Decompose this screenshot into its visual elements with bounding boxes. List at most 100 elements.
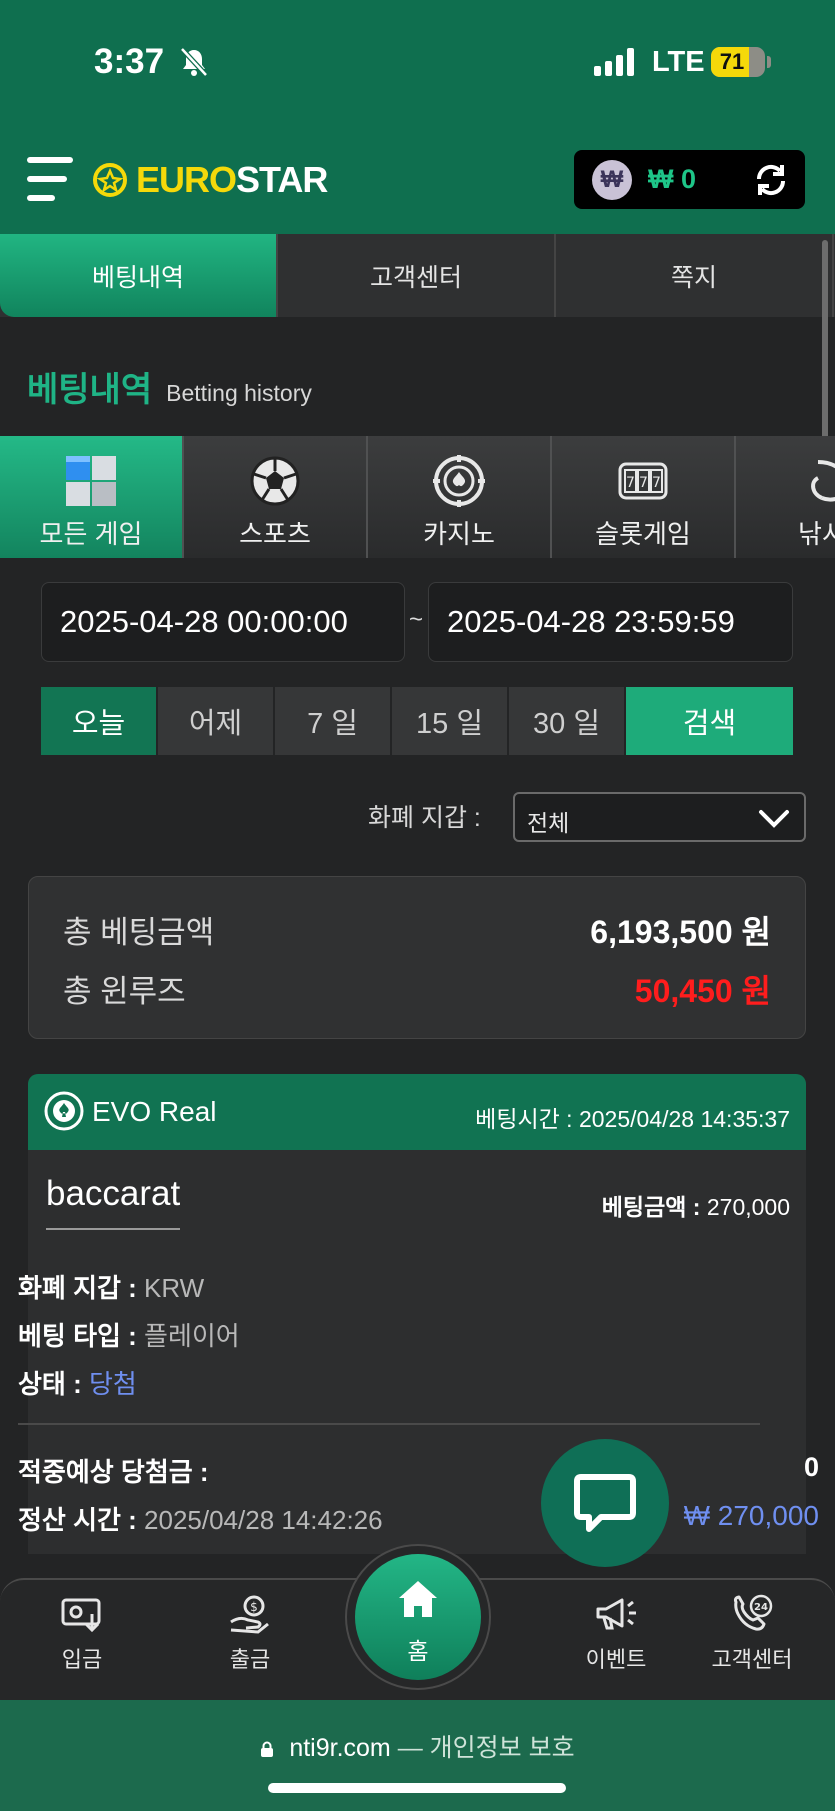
logo-mark-icon [93, 163, 127, 197]
page-title-en: Betting history [166, 380, 312, 406]
period-15days-button[interactable]: 15 일 [392, 687, 507, 755]
nav-support[interactable]: 24 고객센터 [692, 1594, 812, 1674]
nav-label: 이벤트 [585, 1647, 647, 1672]
nav-label: 출금 [229, 1647, 271, 1672]
signal-icon [594, 48, 634, 76]
url-text: nti9r.com — 개인정보 보호 [0, 1728, 835, 1764]
period-today-button[interactable]: 오늘 [41, 687, 156, 755]
total-bet-value: 6,193,500 원 [590, 914, 771, 950]
svg-text:24: 24 [754, 1602, 768, 1613]
bet-type-row: 베팅 타입 : 플레이어 [18, 1316, 240, 1353]
status-time: 3:37 [94, 42, 165, 81]
currency-wallet-value: 전체 [527, 810, 570, 836]
settle-time-label: 정산 시간 : [18, 1505, 137, 1535]
category-label: 스포츠 [239, 519, 311, 549]
total-bet-label: 총 베팅금액 [63, 915, 215, 950]
chat-bubble-icon [574, 1474, 636, 1532]
soccer-ball-icon [250, 456, 300, 506]
category-slot[interactable]: 7 7 7 슬롯게임 [552, 436, 736, 558]
nav-event[interactable]: 이벤트 [556, 1594, 676, 1674]
category-label: 슬롯게임 [595, 519, 691, 549]
category-label: 모든 게임 [39, 519, 143, 549]
refresh-icon[interactable] [752, 162, 790, 198]
expected-win-row: 적중예상 당첨금 : [18, 1452, 209, 1489]
date-from-input[interactable]: 2025-04-28 00:00:00 [41, 582, 405, 662]
bet-amount: 베팅금액 : 270,000 [602, 1188, 790, 1222]
period-30days-button[interactable]: 30 일 [509, 687, 624, 755]
category-label: 낚시 [798, 519, 835, 549]
support-24-icon: 24 [733, 1594, 773, 1631]
chat-button[interactable] [541, 1439, 669, 1567]
battery-level: 71 [719, 49, 745, 74]
logo[interactable]: EURO STAR [92, 157, 328, 203]
bet-amount-value: 270,000 [706, 1194, 790, 1220]
bet-type-value: 플레이어 [144, 1321, 240, 1351]
settle-time-row: 정산 시간 : 2025/04/28 14:42:26 [18, 1500, 383, 1537]
bell-muted-icon [180, 47, 208, 77]
category-tabs: 모든 게임 스포츠 카지노 7 7 7 슬롯게임 낚시 [0, 436, 835, 558]
chevron-down-icon [759, 810, 789, 828]
category-casino[interactable]: 카지노 [368, 436, 552, 558]
bet-amount-label: 베팅금액 : [601, 1194, 701, 1220]
bet-type-label: 베팅 타입 : [18, 1321, 137, 1351]
nav-home[interactable]: 홈 [355, 1554, 481, 1680]
home-icon [399, 1581, 437, 1617]
currency-wallet-select[interactable]: 전체 [513, 792, 806, 842]
expected-win-value: 0 [803, 1452, 819, 1482]
home-indicator[interactable] [268, 1783, 566, 1793]
date-range-separator: ~ [409, 606, 424, 633]
menu-button[interactable] [27, 157, 75, 203]
bet-card-divider [18, 1423, 760, 1425]
bet-status-value: 당첨 [88, 1369, 137, 1399]
bet-currency-value: KRW [144, 1273, 205, 1303]
date-to-input[interactable]: 2025-04-28 23:59:59 [428, 582, 793, 662]
tab-customer-center[interactable]: 고객센터 [278, 234, 556, 317]
category-all-games[interactable]: 모든 게임 [0, 436, 184, 558]
bet-card-header: EVO Real 베팅시간 : 2025/04/28 14:35:37 [28, 1074, 806, 1150]
page-title: 베팅내역 Betting history [27, 362, 312, 411]
slot-machine-icon: 7 7 7 [618, 462, 668, 500]
expected-win-label: 적중예상 당첨금 : [18, 1457, 209, 1487]
total-winloss-label: 총 윈루즈 [63, 974, 186, 1009]
search-button[interactable]: 검색 [626, 687, 793, 755]
tab-messages[interactable]: 쪽지 [556, 234, 834, 317]
bet-game-name: baccarat [46, 1174, 181, 1230]
wallet-balance[interactable]: ₩ ₩ 0 [574, 150, 805, 209]
bet-status-label: 상태 : [18, 1369, 82, 1399]
total-winloss-value: 50,450 원 [634, 973, 771, 1009]
category-sports[interactable]: 스포츠 [184, 436, 368, 558]
withdraw-icon: $ [230, 1595, 269, 1634]
top-tabs: 베팅내역 고객센터 쪽지 [0, 234, 835, 317]
bet-provider: EVO Real [92, 1096, 217, 1127]
network-label: LTE [652, 46, 705, 78]
cubes-icon [66, 456, 116, 506]
period-yesterday-button[interactable]: 어제 [158, 687, 273, 755]
bet-currency-label: 화폐 지갑 : [18, 1273, 137, 1303]
browser-url-bar[interactable]: nti9r.com — 개인정보 보호 [0, 1700, 835, 1811]
battery-nub [767, 56, 771, 68]
url-domain: nti9r.com [289, 1734, 391, 1762]
casino-chip-icon [433, 455, 485, 507]
period-buttons: 오늘 어제 7 일 15 일 30 일 검색 [41, 687, 793, 755]
casino-chip-icon [44, 1091, 84, 1131]
nav-label: 고객센터 [711, 1647, 793, 1672]
deposit-icon [61, 1598, 101, 1633]
logo-text-euro: EURO [136, 159, 237, 200]
category-fishing[interactable]: 낚시 [736, 436, 835, 558]
svg-text:$: $ [250, 1600, 258, 1614]
scrollbar[interactable] [822, 240, 828, 460]
tab-betting-history[interactable]: 베팅내역 [0, 234, 278, 317]
nav-withdraw[interactable]: $ 출금 [190, 1594, 310, 1674]
url-privacy-note: — 개인정보 보호 [397, 1734, 575, 1762]
nav-deposit[interactable]: 입금 [22, 1594, 142, 1674]
summary-panel: 총 베팅금액 6,193,500 원 총 윈루즈 50,450 원 [28, 876, 806, 1039]
period-7days-button[interactable]: 7 일 [275, 687, 390, 755]
logo-text-star: STAR [236, 159, 328, 200]
bet-status-row: 상태 : 당첨 [18, 1364, 137, 1401]
battery-icon: 71 [711, 47, 765, 77]
currency-wallet-label: 화폐 지갑 : [368, 804, 481, 832]
bet-currency-row: 화폐 지갑 : KRW [18, 1268, 204, 1305]
settle-time-value: 2025/04/28 14:42:26 [144, 1505, 383, 1535]
category-label: 카지노 [423, 519, 495, 549]
bet-time: 베팅시간 : 2025/04/28 14:35:37 [475, 1106, 790, 1132]
